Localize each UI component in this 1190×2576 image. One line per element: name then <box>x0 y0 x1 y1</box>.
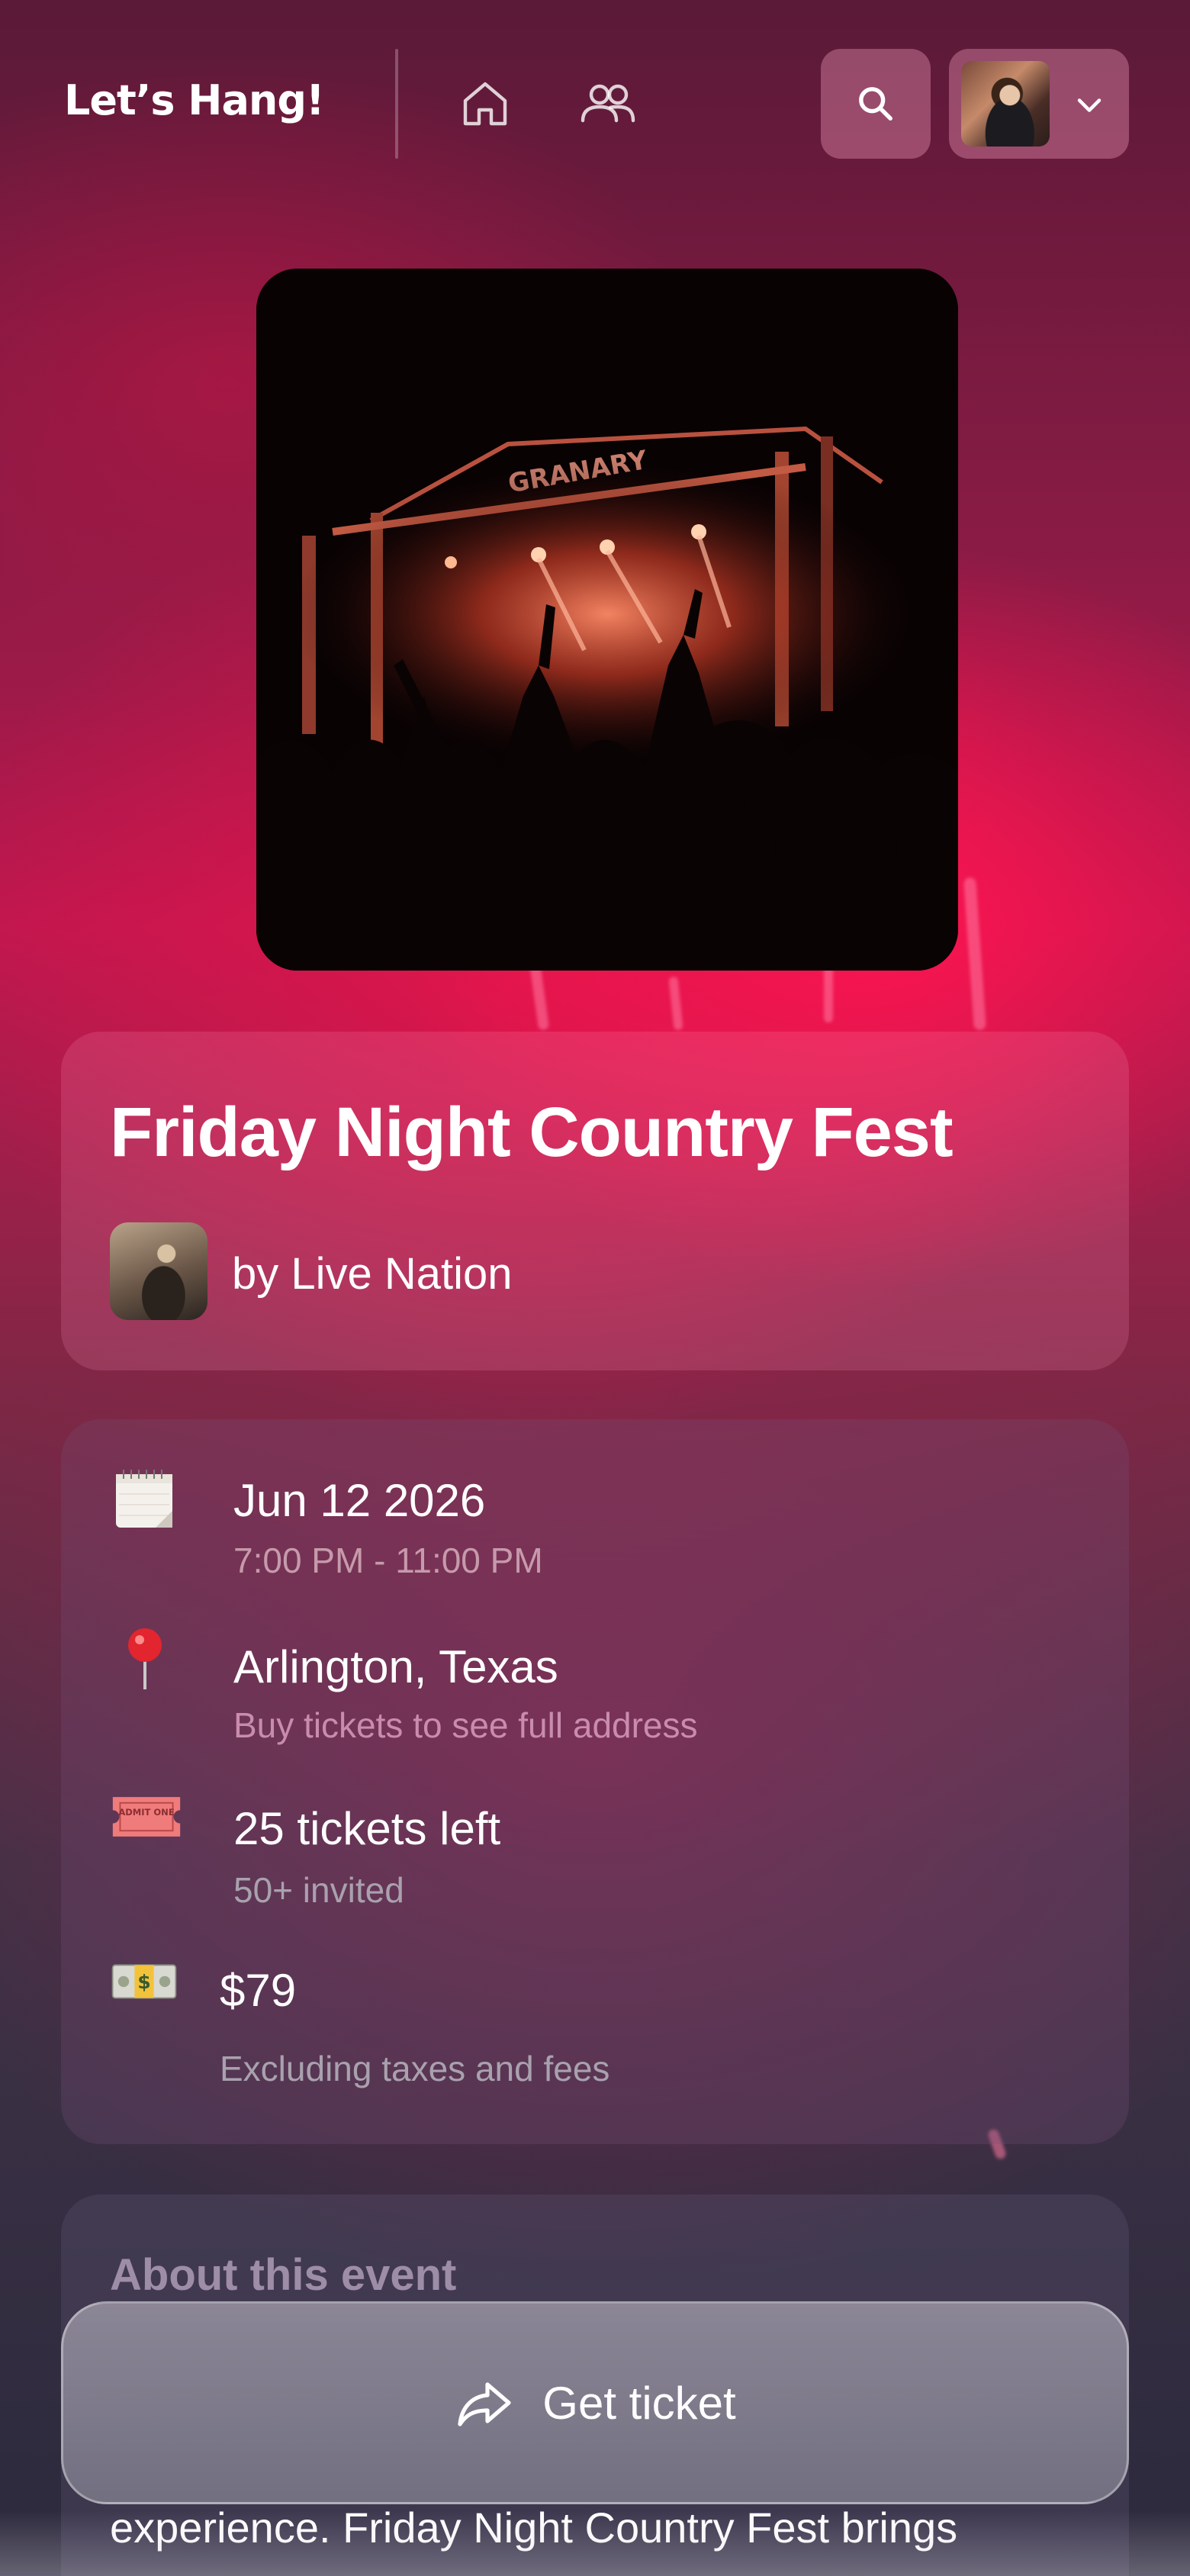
calendar-icon <box>110 1465 178 1534</box>
search-icon <box>859 87 892 121</box>
location-note: Buy tickets to see full address <box>233 1705 698 1745</box>
invited-count: 50+ invited <box>233 1870 404 1910</box>
user-avatar <box>961 61 1050 147</box>
friends-icon[interactable] <box>577 73 638 134</box>
ticket-price: $79 <box>220 1965 297 2016</box>
chevron-down-icon <box>1077 98 1102 112</box>
event-hero-image: GRANARY <box>256 269 958 971</box>
nav-divider <box>395 49 398 159</box>
event-title: Friday Night Country Fest <box>110 1093 954 1171</box>
svg-text:$: $ <box>137 1971 151 1993</box>
share-icon <box>458 2382 511 2426</box>
event-title-card: Friday Night Country Fest by Live Nation <box>61 1032 1129 1370</box>
home-icon[interactable] <box>455 73 516 134</box>
pin-icon <box>110 1624 178 1692</box>
money-icon: $ <box>110 1956 178 2025</box>
event-details-card: Jun 12 2026 7:00 PM - 11:00 PM Arlington… <box>61 1419 1129 2144</box>
event-location: Arlington, Texas <box>233 1641 558 1692</box>
price-note: Excluding taxes and fees <box>220 2049 610 2088</box>
organizer-avatar[interactable] <box>110 1222 207 1320</box>
app-logo[interactable]: Let’s Hang! <box>64 76 325 124</box>
bottom-fade <box>0 2510 1190 2576</box>
organizer-name[interactable]: by Live Nation <box>232 1248 513 1299</box>
get-ticket-button[interactable]: Get ticket <box>61 2301 1129 2504</box>
get-ticket-label: Get ticket <box>542 2377 736 2429</box>
about-heading: About this event <box>110 2250 457 2300</box>
tickets-left: 25 tickets left <box>233 1803 501 1854</box>
top-nav-bar: Let’s Hang! <box>0 0 1190 206</box>
profile-menu-button[interactable] <box>949 49 1129 159</box>
ticket-badge: ADMIT ONE <box>118 1807 175 1818</box>
event-time: 7:00 PM - 11:00 PM <box>233 1541 543 1580</box>
search-button[interactable] <box>821 49 931 159</box>
ticket-icon: ADMIT ONE <box>110 1790 181 1859</box>
event-date: Jun 12 2026 <box>233 1475 486 1526</box>
